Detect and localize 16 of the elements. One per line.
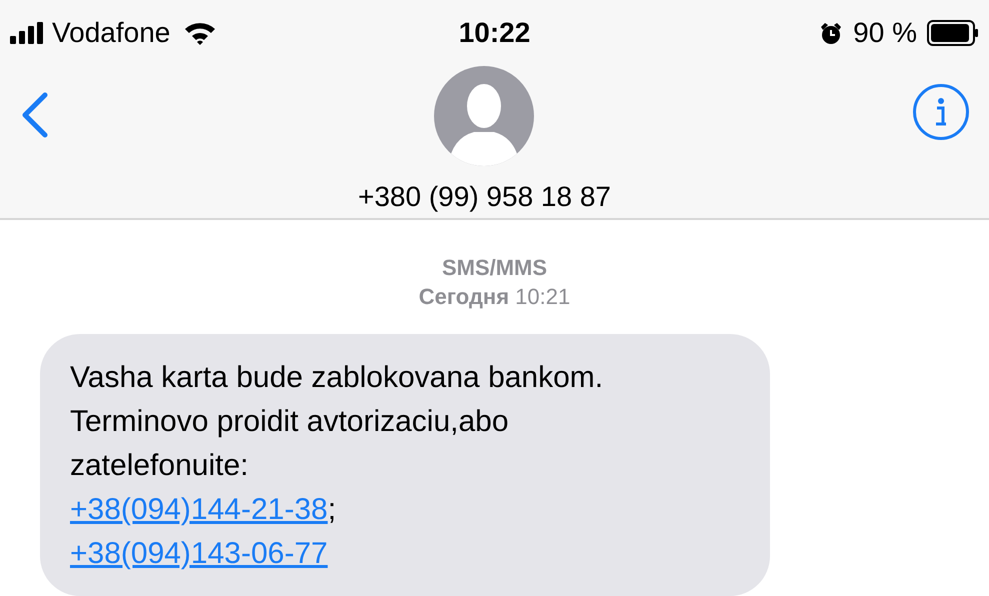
info-icon [934,97,948,127]
phone-link[interactable]: +38(094)143-06-77 [70,537,328,570]
message-timestamp: Сегодня 10:21 [418,283,570,311]
info-button[interactable] [912,84,969,140]
phone-link[interactable]: +38(094)144-21-38 [70,493,328,526]
signal-icon [10,22,44,44]
service-label: SMS/MMS [442,254,548,282]
message-text: Vasha karta bude zablokovana bankom. Terminovo proidit avtorizaciu,abo zatelefonuite: +38(094)144-21-38; +38(094)143-06-77 [70,360,604,572]
carrier-name: Vodafone [52,16,170,50]
alarm-icon [819,21,844,45]
back-chevron-icon [20,91,50,139]
battery-icon [927,20,979,46]
clock-time: 10:22 [458,16,530,50]
wifi-icon [184,21,216,45]
battery-percent: 90 % [853,16,917,50]
contact-number[interactable]: +380 (99) 958 18 87 [358,176,611,218]
